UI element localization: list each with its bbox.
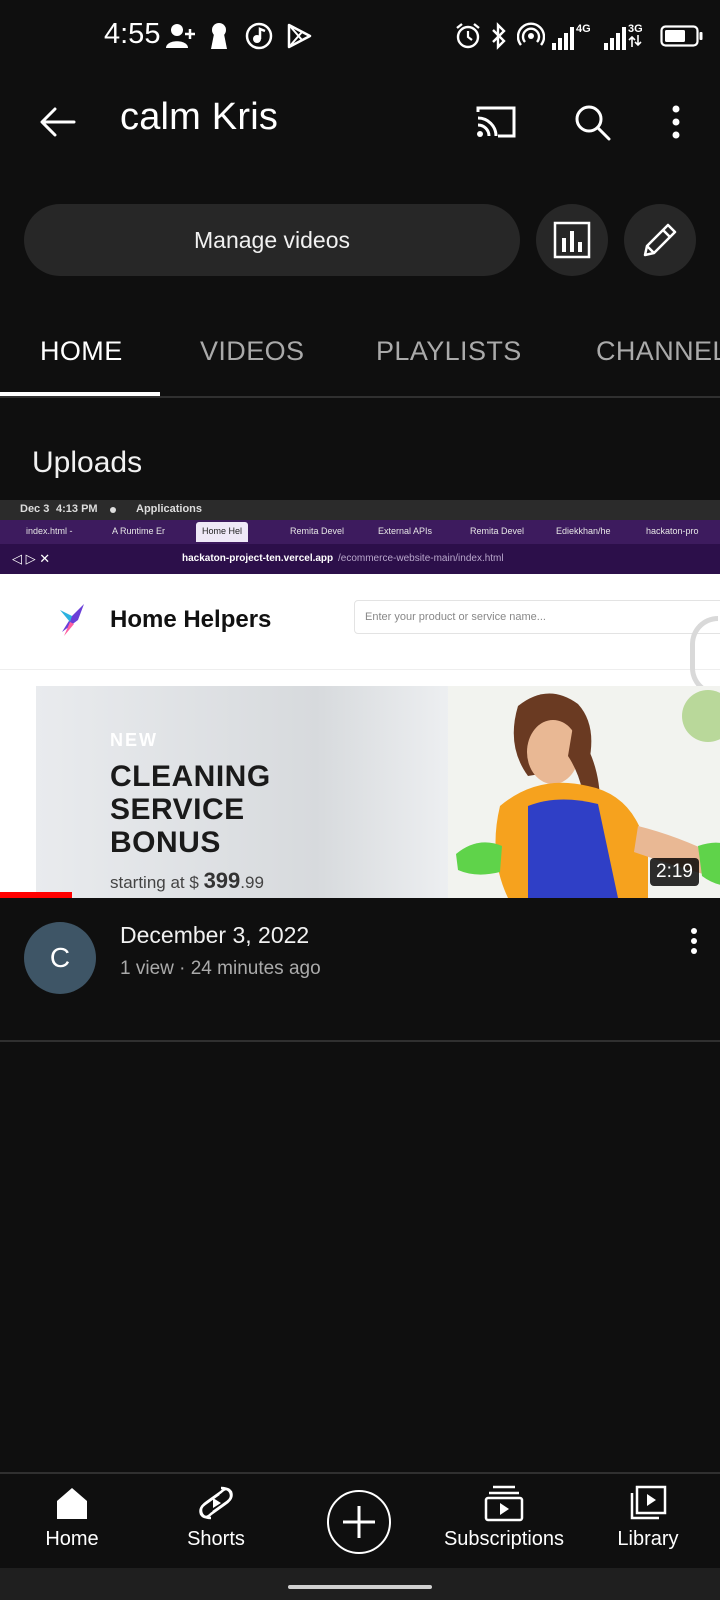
shorts-icon	[199, 1486, 233, 1520]
thumb-banner-headline: CLEANING SERVICE BONUS	[110, 760, 271, 859]
library-icon	[630, 1485, 667, 1520]
thumb-url-bar: ◁ ▷ ✕ hackaton-project-ten.vercel.app /e…	[0, 544, 720, 574]
bottom-navigation: Home Shorts Subscriptions Library	[0, 1472, 720, 1568]
thumb-banner: NEW CLEANING SERVICE BONUS starting at $…	[36, 686, 720, 898]
create-button[interactable]	[327, 1490, 391, 1554]
tab-playlists[interactable]: PLAYLISTS	[376, 336, 522, 367]
bluetooth-icon	[488, 20, 510, 52]
alarm-icon	[454, 20, 482, 52]
thumb-tab: Ediekkhan/he	[556, 526, 611, 536]
nav-home[interactable]: Home	[0, 1484, 144, 1568]
hummingbird-logo-icon	[60, 604, 84, 636]
section-title: Uploads	[32, 446, 143, 479]
arrow-back-icon	[40, 107, 76, 137]
nav-library[interactable]: Library	[576, 1484, 720, 1568]
status-bar: 4:55 4G 3G	[0, 0, 720, 72]
thumb-os-date: Dec 3	[20, 503, 50, 515]
nav-subscriptions-label: Subscriptions	[443, 1528, 565, 1550]
system-gesture-bar	[0, 1568, 720, 1600]
channel-tabs: HOME VIDEOS PLAYLISTS CHANNEL	[0, 306, 720, 398]
thumb-tab: Remita Devel	[290, 526, 345, 536]
thumb-os-dot	[110, 507, 116, 513]
signal-3g-icon: 3G	[604, 20, 644, 52]
cast-button[interactable]	[468, 94, 524, 150]
video-subtitle: 1 view · 24 minutes ago	[120, 958, 321, 979]
tab-channels[interactable]: CHANNEL	[596, 336, 720, 367]
thumb-os-time: 4:13 PM	[56, 503, 98, 515]
thumb-banner-price: starting at $ 399.99	[110, 868, 264, 893]
battery-icon	[660, 20, 704, 52]
thumb-scroll-handle	[690, 616, 718, 696]
nav-home-label: Home	[45, 1528, 99, 1550]
thumb-os-app: Applications	[136, 503, 203, 515]
thumb-tab-active: Home Hel	[196, 522, 249, 542]
top-app-bar: calm Kris	[0, 72, 720, 172]
more-options-button[interactable]	[648, 94, 704, 150]
cast-icon	[476, 106, 516, 138]
active-tab-indicator	[0, 392, 160, 396]
duration-badge: 2:19	[650, 858, 699, 886]
thumb-tab: A Runtime Er	[112, 526, 166, 536]
tab-videos[interactable]: VIDEOS	[200, 336, 304, 367]
thumb-url-path: /ecommerce-website-main/index.html	[338, 553, 504, 564]
thumb-nav-icons: ◁ ▷ ✕	[12, 551, 51, 566]
video-title[interactable]: December 3, 2022	[120, 922, 309, 949]
thumb-browser-tabs: index.html - A Runtime Er Home Hel Remit…	[0, 520, 720, 544]
thumb-site-header: Home Helpers Enter your product or servi…	[0, 574, 720, 696]
thumb-url-host: hackaton-project-ten.vercel.app	[182, 553, 334, 564]
thumb-os-bar: Dec 3 4:13 PM Applications	[0, 500, 720, 520]
svg-text:4G: 4G	[576, 23, 591, 35]
keyhole-icon	[208, 20, 230, 52]
signal-4g-icon: 4G	[552, 20, 592, 52]
thumb-site-name: Home Helpers	[110, 606, 272, 633]
nav-shorts[interactable]: Shorts	[144, 1484, 288, 1568]
thumb-search-box: Enter your product or service name...	[354, 600, 720, 634]
search-icon	[575, 105, 611, 141]
analytics-button[interactable]	[536, 204, 608, 276]
nav-subscriptions[interactable]: Subscriptions	[432, 1484, 576, 1568]
music-note-icon	[244, 20, 274, 52]
edit-channel-button[interactable]	[624, 204, 696, 276]
thumb-tab: External APIs	[378, 526, 433, 536]
video-meta-row[interactable]: C December 3, 2022 1 view · 24 minutes a…	[0, 898, 720, 1042]
manage-videos-button[interactable]: Manage videos	[24, 204, 520, 276]
more-vert-icon	[672, 105, 680, 139]
nav-shorts-label: Shorts	[187, 1528, 245, 1550]
svg-text:3G: 3G	[628, 23, 643, 35]
hotspot-icon	[516, 20, 546, 52]
avatar[interactable]: C	[24, 922, 96, 994]
thumb-tab: Remita Devel	[470, 526, 525, 536]
subscriptions-icon	[484, 1485, 524, 1522]
status-time: 4:55	[104, 18, 161, 50]
nav-library-label: Library	[617, 1528, 679, 1550]
edit-pencil-icon	[643, 223, 677, 257]
thumb-banner-new: NEW	[110, 730, 158, 750]
search-button[interactable]	[564, 94, 620, 150]
create-plus-icon	[343, 1506, 375, 1538]
play-store-icon	[284, 20, 314, 52]
thumb-tab: hackaton-pro	[646, 526, 699, 536]
analytics-icon	[553, 221, 591, 259]
home-icon	[57, 1488, 87, 1519]
channel-title: calm Kris	[120, 96, 279, 138]
person-add-icon	[166, 20, 196, 52]
manage-row: Manage videos	[0, 204, 720, 278]
thumb-tab: index.html -	[26, 526, 73, 536]
video-options-button[interactable]	[672, 916, 716, 966]
tab-home[interactable]: HOME	[40, 336, 123, 367]
back-button[interactable]	[30, 94, 86, 150]
video-thumbnail[interactable]: Dec 3 4:13 PM Applications index.html - …	[0, 500, 720, 898]
gesture-handle[interactable]	[288, 1585, 432, 1589]
more-vert-icon	[691, 928, 697, 954]
